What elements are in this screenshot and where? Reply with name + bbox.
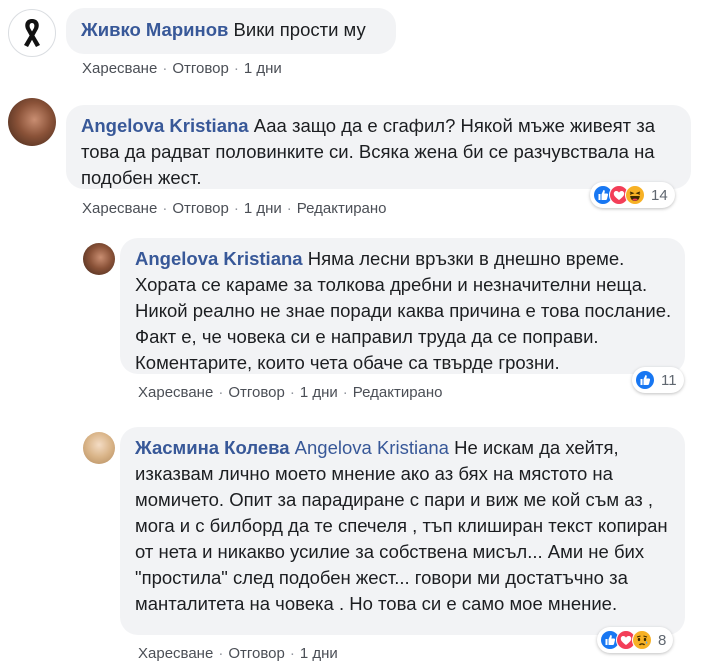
like-link[interactable]: Харесване: [82, 60, 157, 77]
comment-actions: Харесване · Отговор · 1 дни: [82, 60, 282, 77]
timestamp[interactable]: 1 дни: [300, 384, 338, 401]
reaction-count: 14: [651, 186, 668, 204]
timestamp[interactable]: 1 дни: [244, 200, 282, 217]
like-icon: [635, 370, 655, 390]
reply-link[interactable]: Отговор: [172, 200, 229, 217]
like-link[interactable]: Харесване: [138, 384, 213, 401]
reactions-summary[interactable]: 14: [590, 182, 675, 208]
like-link[interactable]: Харесване: [138, 645, 213, 662]
timestamp[interactable]: 1 дни: [300, 645, 338, 662]
comment-bubble: Живко Маринов Вики прости му: [66, 8, 396, 54]
avatar[interactable]: [83, 432, 115, 464]
avatar[interactable]: [8, 98, 56, 146]
reply-link[interactable]: Отговор: [228, 645, 285, 662]
mention-link[interactable]: Angelova Kristiana: [295, 437, 449, 458]
comment-bubble: Жасмина Колева Angelova Kristiana Не иск…: [120, 427, 685, 635]
edited-label[interactable]: Редактирано: [353, 384, 443, 401]
reaction-count: 8: [658, 631, 667, 649]
timestamp[interactable]: 1 дни: [244, 60, 282, 77]
reply-link[interactable]: Отговор: [228, 384, 285, 401]
comment-author[interactable]: Angelova Kristiana: [135, 248, 303, 269]
reply-link[interactable]: Отговор: [172, 60, 229, 77]
comment-actions: Харесване · Отговор · 1 дни · Редактирано: [138, 384, 443, 401]
haha-icon: [625, 185, 645, 205]
comment-bubble: Angelova Kristiana Няма лесни връзки в д…: [120, 238, 685, 374]
comment-author[interactable]: Angelova Kristiana: [81, 115, 249, 136]
comment-actions: Харесване · Отговор · 1 дни · Редактирано: [82, 200, 387, 217]
like-link[interactable]: Харесване: [82, 200, 157, 217]
avatar[interactable]: [83, 243, 115, 275]
comment-text: Вики прости му: [233, 19, 366, 40]
avatar[interactable]: [8, 9, 56, 57]
comment-author[interactable]: Живко Маринов: [81, 19, 228, 40]
comment-bubble: Angelova Kristiana Ааа защо да е сгафил?…: [66, 105, 691, 189]
comment-actions: Харесване · Отговор · 1 дни: [138, 645, 338, 662]
sad-icon: [632, 630, 652, 650]
reaction-count: 11: [661, 371, 677, 389]
black-ribbon-icon: [24, 19, 40, 47]
reactions-summary[interactable]: 11: [632, 367, 684, 393]
reactions-summary[interactable]: 8: [597, 627, 674, 653]
comment-author[interactable]: Жасмина Колева: [135, 437, 290, 458]
comment-text: Не искам да хейтя, изказвам лично моето …: [135, 437, 668, 614]
edited-label[interactable]: Редактирано: [297, 200, 387, 217]
